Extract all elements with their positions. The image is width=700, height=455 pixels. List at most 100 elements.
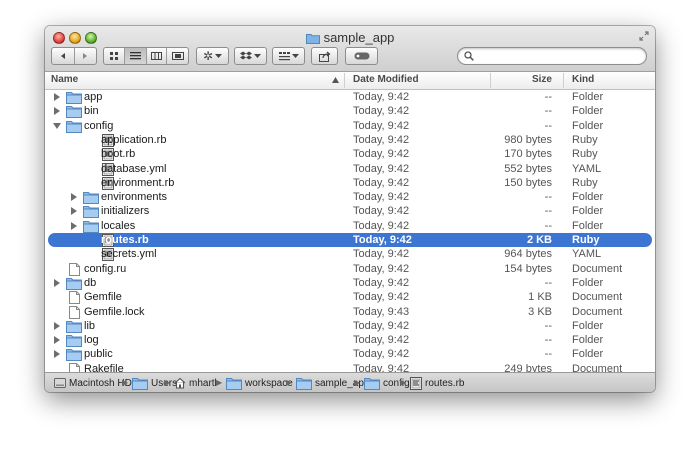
forward-button[interactable] — [75, 48, 97, 64]
file-row[interactable]: initializers Today, 9:42 -- Folder — [45, 204, 655, 219]
column-view-button[interactable] — [147, 48, 168, 64]
file-name: application.rb — [101, 133, 167, 146]
column-separator[interactable] — [490, 73, 491, 88]
column-separator[interactable] — [344, 73, 345, 88]
file-row[interactable]: database.yml Today, 9:42 552 bytes YAML — [45, 162, 655, 176]
script-file-icon — [410, 377, 422, 390]
folder-icon — [305, 34, 320, 44]
path-item-label: mhartl — [189, 377, 217, 389]
disclosure-closed-icon[interactable] — [53, 93, 61, 101]
file-name: locales — [101, 219, 136, 232]
folder-icon — [132, 378, 148, 390]
file-date-modified: Today, 9:42 — [353, 334, 410, 347]
file-date-modified: Today, 9:42 — [353, 119, 410, 132]
file-row[interactable]: secrets.yml Today, 9:42 964 bytes YAML — [45, 247, 655, 262]
share-icon — [318, 51, 330, 62]
file-row[interactable]: config Today, 9:42 -- Folder — [45, 119, 655, 133]
chevron-down-icon — [254, 53, 261, 58]
file-name: bin — [84, 105, 99, 118]
search-field[interactable] — [457, 47, 647, 65]
date-column-header[interactable]: Date Modified — [353, 74, 419, 85]
file-row[interactable]: routes.rb Today, 9:42 2 KB Ruby — [45, 233, 655, 247]
file-row[interactable]: db Today, 9:42 -- Folder — [45, 276, 655, 290]
file-date-modified: Today, 9:42 — [353, 105, 410, 118]
file-row[interactable]: lib Today, 9:42 -- Folder — [45, 319, 655, 333]
disclosure-closed-icon[interactable] — [53, 278, 61, 287]
disclosure-closed-icon[interactable] — [70, 221, 78, 230]
file-name: environments — [101, 191, 168, 204]
forward-arrow-icon — [83, 53, 88, 59]
document-icon — [69, 262, 80, 276]
file-icon-wrap — [66, 277, 82, 290]
path-separator-icon: ▶ — [122, 378, 129, 387]
folder-icon — [226, 378, 242, 390]
gear-icon: ✲ — [202, 49, 214, 63]
file-row[interactable]: application.rb Today, 9:42 980 bytes Ruby — [45, 133, 655, 147]
path-item[interactable]: Users — [132, 377, 177, 390]
disclosure-closed-icon[interactable] — [53, 336, 61, 345]
file-row[interactable]: config.ru Today, 9:42 154 bytes Document — [45, 262, 655, 276]
file-name: Gemfile — [84, 291, 122, 304]
kind-column-header[interactable]: Kind — [572, 74, 594, 85]
file-size: 964 bytes — [504, 248, 552, 261]
icon-view-button[interactable] — [104, 48, 125, 64]
file-size: -- — [544, 334, 552, 347]
file-row[interactable]: Gemfile.lock Today, 9:43 3 KB Document — [45, 305, 655, 319]
file-row[interactable]: locales Today, 9:42 -- Folder — [45, 219, 655, 233]
size-column-header[interactable]: Size — [532, 74, 552, 85]
file-size: -- — [544, 276, 552, 289]
edit-tags-button[interactable] — [345, 47, 378, 65]
back-button[interactable] — [52, 48, 75, 64]
path-separator-icon: ▶ — [354, 378, 361, 387]
action-menu-button[interactable]: ✲ — [196, 47, 229, 65]
file-row[interactable]: public Today, 9:42 -- Folder — [45, 347, 655, 362]
disclosure-closed-icon[interactable] — [53, 107, 61, 116]
file-date-modified: Today, 9:42 — [353, 348, 410, 361]
disclosure-closed-icon[interactable] — [70, 207, 78, 216]
file-icon-wrap — [66, 91, 82, 104]
file-row[interactable]: Gemfile Today, 9:42 1 KB Document — [45, 290, 655, 305]
file-row[interactable]: log Today, 9:42 -- Folder — [45, 333, 655, 348]
file-row[interactable]: environment.rb Today, 9:42 150 bytes Ruby — [45, 176, 655, 190]
coverflow-view-button[interactable] — [167, 48, 188, 64]
disclosure-closed-icon[interactable] — [70, 193, 78, 202]
disclosure-closed-icon[interactable] — [53, 321, 61, 330]
search-input[interactable] — [478, 49, 642, 65]
chevron-down-icon — [215, 53, 223, 58]
file-date-modified: Today, 9:43 — [353, 305, 410, 318]
dropbox-icon — [240, 51, 252, 60]
disk-icon — [54, 378, 66, 388]
file-size: 154 bytes — [504, 262, 552, 275]
file-date-modified: Today, 9:42 — [353, 262, 410, 275]
tag-icon — [354, 52, 369, 60]
file-name: initializers — [101, 205, 150, 218]
finder-window: sample_app ✲ Name Date Modified Size Kin… — [45, 26, 655, 392]
disclosure-closed-icon[interactable] — [53, 350, 61, 359]
fullscreen-icon[interactable] — [639, 31, 649, 41]
file-size: 3 KB — [528, 305, 552, 318]
file-row[interactable]: app Today, 9:42 -- Folder — [45, 90, 655, 104]
list-view-button[interactable] — [124, 48, 147, 64]
path-item[interactable]: workspace — [226, 377, 293, 390]
column-separator[interactable] — [563, 73, 564, 88]
file-kind: Folder — [572, 319, 604, 332]
path-item[interactable]: Macintosh HD — [54, 377, 132, 389]
folder-icon — [66, 277, 82, 290]
file-row[interactable]: environments Today, 9:42 -- Folder — [45, 190, 655, 205]
file-kind: Ruby — [572, 148, 598, 161]
name-column-header[interactable]: Name — [51, 74, 78, 85]
share-button[interactable] — [311, 47, 338, 65]
file-icon-wrap — [66, 105, 82, 119]
disclosure-open-icon[interactable] — [53, 122, 61, 130]
file-size: 980 bytes — [504, 133, 552, 146]
path-item-label: routes.rb — [425, 378, 465, 389]
path-item[interactable]: routes.rb — [410, 377, 464, 390]
file-row[interactable]: boot.rb Today, 9:42 170 bytes Ruby — [45, 147, 655, 162]
view-mode-control — [103, 47, 189, 65]
arrange-menu-button[interactable] — [272, 47, 305, 65]
file-icon-wrap — [66, 334, 82, 348]
dropbox-menu-button[interactable] — [234, 47, 267, 65]
path-item[interactable]: mhartl — [174, 377, 217, 389]
file-kind: Document — [572, 291, 623, 304]
file-row[interactable]: bin Today, 9:42 -- Folder — [45, 104, 655, 119]
